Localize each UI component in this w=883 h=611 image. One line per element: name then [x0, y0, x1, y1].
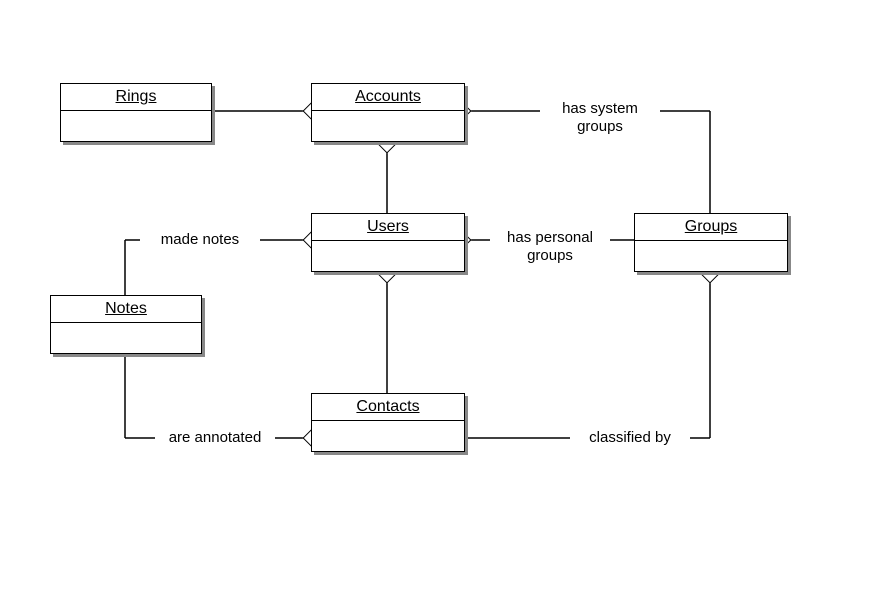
entity-body [312, 421, 464, 451]
entity-users: Users [311, 213, 465, 272]
entity-accounts: Accounts [311, 83, 465, 142]
label-are-annotated: are annotated [155, 429, 275, 447]
entity-title: Rings [61, 84, 211, 111]
entity-body [312, 241, 464, 271]
entity-title: Groups [635, 214, 787, 241]
entity-groups: Groups [634, 213, 788, 272]
entity-body [61, 111, 211, 141]
entity-title: Contacts [312, 394, 464, 421]
entity-title: Users [312, 214, 464, 241]
entity-body [312, 111, 464, 141]
label-has-system-groups: has system groups [540, 100, 660, 136]
label-made-notes: made notes [140, 231, 260, 249]
entity-body [635, 241, 787, 271]
entity-title: Accounts [312, 84, 464, 111]
label-classified-by: classified by [570, 429, 690, 447]
entity-contacts: Contacts [311, 393, 465, 452]
entity-title: Notes [51, 296, 201, 323]
entity-rings: Rings [60, 83, 212, 142]
entity-notes: Notes [50, 295, 202, 354]
label-has-personal-groups: has personal groups [490, 229, 610, 265]
entity-body [51, 323, 201, 353]
